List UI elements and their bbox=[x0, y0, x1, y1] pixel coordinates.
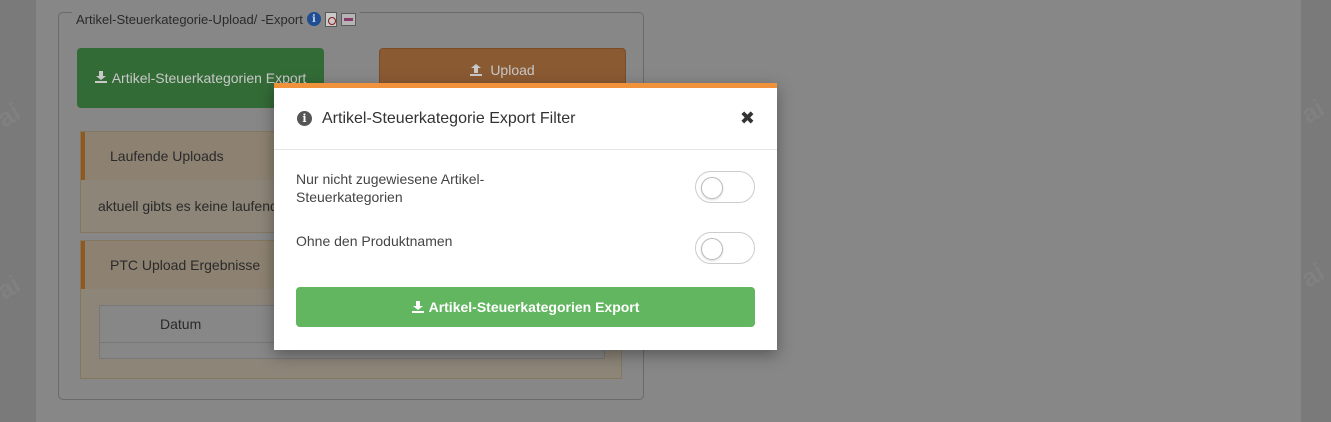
modal-header: i Artikel-Steuerkategorie Export Filter … bbox=[274, 88, 777, 150]
filter-label-unassigned: Nur nicht zugewiesene Artikel-Steuerkate… bbox=[296, 171, 485, 205]
upload-label: Upload bbox=[490, 61, 535, 78]
toggle-knob bbox=[701, 238, 723, 260]
filter-row-unassigned: Nur nicht zugewiesene Artikel-Steuerkate… bbox=[296, 170, 755, 210]
download-icon bbox=[411, 301, 424, 313]
close-icon[interactable]: ✖ bbox=[740, 109, 755, 128]
filter-row-without-product-name: Ohne den Produktnamen bbox=[296, 232, 755, 266]
right-gutter bbox=[1301, 0, 1331, 422]
info-icon: i bbox=[297, 111, 312, 126]
toggle-knob bbox=[701, 177, 723, 199]
export-button-label: Artikel-Steuerkategorien Export bbox=[428, 299, 640, 315]
fieldset-legend: Artikel-Steuerkategorie-Upload/ -Export … bbox=[72, 10, 360, 28]
pdf-icon[interactable] bbox=[324, 11, 337, 27]
upload-icon bbox=[470, 64, 483, 76]
toggle-without-product-name[interactable] bbox=[695, 232, 755, 264]
info-icon[interactable]: i bbox=[306, 12, 321, 26]
download-icon bbox=[94, 70, 107, 83]
export-button[interactable]: Artikel-Steuerkategorien Export bbox=[296, 287, 755, 327]
document-icon[interactable] bbox=[340, 12, 356, 26]
toggle-unassigned-only[interactable] bbox=[695, 171, 755, 203]
fieldset-legend-text: Artikel-Steuerkategorie-Upload/ -Export bbox=[76, 11, 303, 27]
filter-label-without-product-name: Ohne den Produktnamen bbox=[296, 233, 453, 249]
export-filter-modal: i Artikel-Steuerkategorie Export Filter … bbox=[274, 83, 777, 350]
left-gutter bbox=[0, 0, 36, 422]
modal-title: Artikel-Steuerkategorie Export Filter bbox=[322, 109, 576, 127]
